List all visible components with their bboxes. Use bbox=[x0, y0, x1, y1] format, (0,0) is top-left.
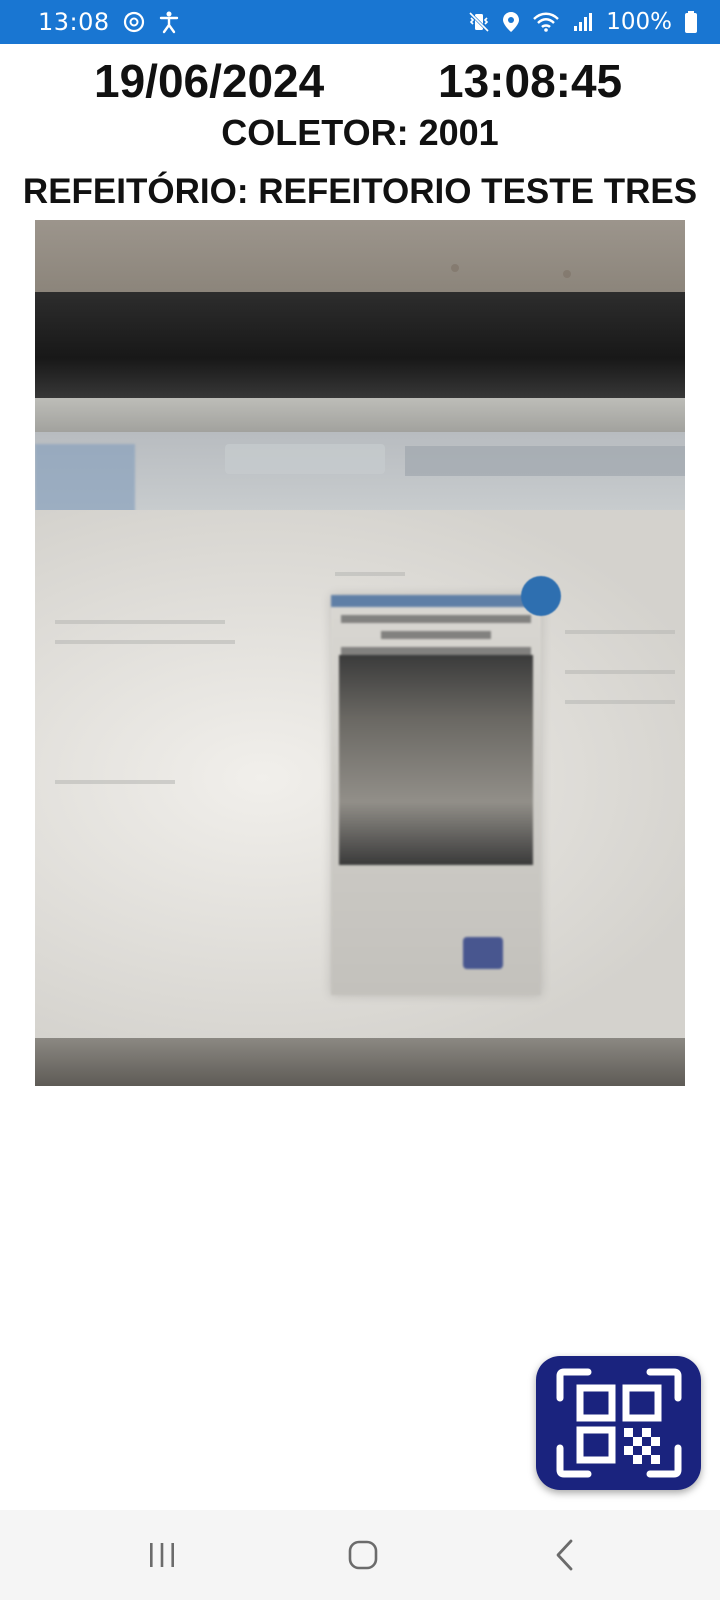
header-refeitorio: REFEITÓRIO: REFEITORIO TESTE TRES bbox=[22, 172, 698, 211]
qr-scan-icon bbox=[556, 1368, 681, 1478]
preview-monitor-bottom bbox=[35, 1038, 685, 1086]
preview-phone-text bbox=[341, 615, 531, 623]
battery-percent: 100% bbox=[606, 9, 672, 35]
preview-tab bbox=[405, 446, 685, 476]
status-time: 13:08 bbox=[38, 8, 110, 36]
preview-spot bbox=[451, 264, 459, 272]
signal-icon bbox=[572, 11, 594, 33]
home-button[interactable] bbox=[303, 1510, 423, 1600]
battery-icon bbox=[684, 10, 698, 34]
preview-text-line bbox=[565, 700, 675, 704]
preview-text-line bbox=[565, 630, 675, 634]
qr-scan-button[interactable] bbox=[536, 1356, 701, 1490]
recents-button[interactable] bbox=[102, 1510, 222, 1600]
preview-monitor-bezel bbox=[35, 292, 685, 402]
header-datetime: 19/06/2024 13:08:45 bbox=[0, 50, 720, 108]
navigation-bar bbox=[0, 1510, 720, 1600]
header-date: 19/06/2024 bbox=[94, 55, 325, 107]
preview-tab bbox=[225, 444, 385, 474]
preview-blue-panel bbox=[35, 444, 135, 514]
status-left: 13:08 bbox=[38, 8, 180, 36]
camera-preview bbox=[35, 220, 685, 1086]
accessibility-icon bbox=[158, 10, 180, 34]
sync-icon bbox=[122, 10, 146, 34]
preview-text-line bbox=[565, 670, 675, 674]
preview-text-line bbox=[335, 572, 405, 576]
preview-phone-text bbox=[341, 647, 531, 655]
preview-circle-button bbox=[521, 576, 561, 616]
location-icon bbox=[502, 11, 520, 33]
header-coletor: COLETOR: 2001 bbox=[221, 112, 499, 153]
preview-phone-header bbox=[331, 595, 541, 607]
status-right: 100% bbox=[468, 9, 698, 35]
back-icon bbox=[556, 1539, 573, 1571]
home-icon bbox=[348, 1540, 378, 1570]
preview-phone-image bbox=[339, 655, 533, 865]
wifi-icon bbox=[532, 11, 560, 33]
preview-text-line bbox=[55, 780, 175, 784]
preview-phone-screenshot bbox=[331, 595, 541, 995]
recents-icon bbox=[150, 1543, 174, 1567]
preview-wall bbox=[35, 220, 685, 300]
vibrate-icon bbox=[468, 11, 490, 33]
back-button[interactable] bbox=[505, 1510, 625, 1600]
status-bar: 13:08 100% bbox=[0, 0, 720, 44]
preview-text-line bbox=[55, 640, 235, 644]
preview-text-line bbox=[55, 620, 225, 624]
preview-spot bbox=[563, 270, 571, 278]
header-time: 13:08:45 bbox=[438, 55, 623, 107]
preview-phone-text bbox=[381, 631, 491, 639]
preview-phone-qr bbox=[463, 937, 503, 969]
